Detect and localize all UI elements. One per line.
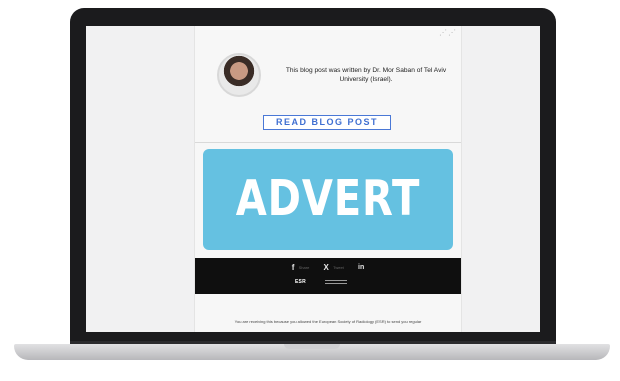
facebook-icon: f: [291, 262, 295, 272]
laptop-screen: ⋰⋰ This blog post was written by Dr. Mor…: [86, 26, 540, 332]
laptop-base: [14, 344, 610, 360]
esr-logo-lines: [325, 280, 347, 286]
facebook-share-label: Share: [298, 264, 310, 270]
email-newsletter: ⋰⋰ This blog post was written by Dr. Mor…: [194, 26, 462, 332]
linkedin-icon: in: [358, 263, 365, 271]
advert-text: ADVERT: [235, 170, 421, 227]
email-footer: f Share X Tweet in ESR: [195, 258, 461, 294]
esr-logo-text: ESR: [295, 279, 306, 285]
x-share-label: Tweet: [333, 264, 344, 270]
divider: [195, 142, 461, 143]
advert-banner[interactable]: ADVERT: [203, 149, 453, 250]
corner-decoration-icon: ⋰⋰: [439, 28, 457, 37]
author-avatar: [217, 53, 261, 97]
x-share-link[interactable]: X Tweet: [321, 262, 347, 272]
linkedin-share-link[interactable]: in: [355, 262, 367, 271]
email-disclaimer: You are receiving this because you allow…: [234, 319, 422, 324]
social-share-bar: f Share X Tweet in: [195, 262, 461, 272]
laptop-notch: [284, 344, 340, 349]
x-icon: X: [323, 262, 329, 272]
facebook-share-link[interactable]: f Share: [289, 262, 313, 272]
read-blog-post-button[interactable]: READ BLOG POST: [263, 115, 391, 130]
author-note: This blog post was written by Dr. Mor Sa…: [285, 67, 447, 83]
esr-logo: ESR: [295, 279, 365, 287]
